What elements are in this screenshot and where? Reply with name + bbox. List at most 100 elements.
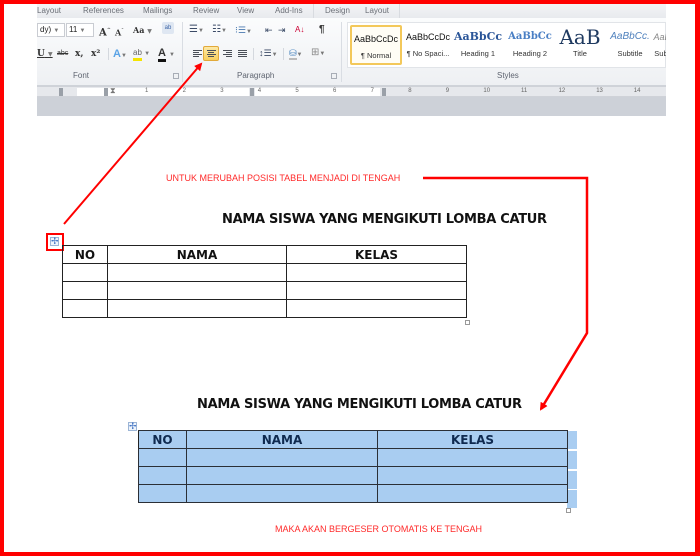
table-cell[interactable] (377, 484, 568, 503)
tab-layout[interactable]: Layout (365, 6, 389, 15)
ruler-number: 13 (596, 88, 603, 94)
style-preview: AaBbCcDc (353, 34, 398, 44)
superscript-button[interactable]: x² (91, 47, 100, 61)
group-separator (182, 22, 183, 82)
grow-font-button[interactable]: A^ (99, 23, 111, 39)
table-cell[interactable] (107, 299, 287, 318)
chevron-down-icon: ▼ (319, 51, 326, 57)
ruler-column-marker[interactable] (382, 88, 386, 96)
change-case-button[interactable]: Aa ▼ (133, 23, 152, 37)
header-cell-nama[interactable]: NAMA (186, 430, 378, 449)
result-note: MAKA AKAN BERGESER OTOMATIS KE TENGAH (275, 524, 483, 534)
numbering-button[interactable]: ☷▼ (212, 23, 227, 37)
table-cell[interactable] (377, 466, 568, 485)
header-cell-kelas[interactable]: KELAS (286, 245, 467, 264)
bullets-button[interactable]: ☰▼ (189, 23, 204, 37)
ruler-number: 12 (558, 88, 566, 94)
align-center-button[interactable] (203, 46, 219, 61)
borders-button[interactable]: ⊞▼ (311, 46, 325, 60)
tab-mailings[interactable]: Mailings (143, 6, 172, 15)
style-name: Title (573, 49, 587, 58)
shrink-font-button[interactable]: Aˇ (115, 24, 124, 38)
paragraph-dialog-launcher[interactable] (331, 73, 337, 79)
style-title[interactable]: AaB Title (554, 25, 606, 65)
table-cell[interactable] (138, 484, 187, 503)
text-effects-button[interactable]: A▼ (113, 47, 127, 61)
multilevel-list-button[interactable]: ⁝☰▼ (235, 23, 252, 37)
table-header-row: NO NAMA KELAS (62, 245, 467, 264)
table-move-handle-icon[interactable]: ✢ (128, 422, 137, 431)
table-cell[interactable] (138, 448, 187, 467)
increase-indent-button[interactable]: ⇥ (278, 23, 286, 37)
tab-references[interactable]: References (83, 6, 124, 15)
style-preview: AaBbCc (508, 31, 552, 42)
tab-page-layout[interactable]: Layout (37, 6, 61, 15)
table-cell[interactable] (62, 299, 108, 318)
table-cell[interactable] (186, 466, 378, 485)
underline-button[interactable]: U ▼ (37, 47, 53, 61)
ruler-column-marker[interactable] (59, 88, 63, 96)
tab-view[interactable]: View (237, 6, 254, 15)
font-dialog-launcher[interactable] (173, 73, 179, 79)
table-move-handle-icon[interactable]: ✢ (50, 237, 59, 246)
show-hide-button[interactable]: ¶ (319, 23, 325, 37)
sort-button[interactable]: A↓ (295, 23, 304, 37)
style-preview: AaBbCc. (610, 31, 650, 42)
shading-button[interactable]: ⛁▼ (289, 46, 303, 60)
header-cell-nama[interactable]: NAMA (107, 245, 287, 264)
tab-design[interactable]: Design (325, 6, 350, 15)
table-cell[interactable] (107, 263, 287, 282)
table-cell[interactable] (286, 299, 467, 318)
chevron-down-icon: ▼ (147, 28, 152, 35)
table-cell[interactable] (286, 263, 467, 282)
grow-font-icon: A (99, 27, 107, 39)
chevron-down-icon: ▼ (120, 53, 127, 59)
style-subtle-emphasis[interactable]: AaB Subt (652, 25, 666, 65)
style-subtitle[interactable]: AaBbCc. Subtitle (604, 25, 656, 65)
style-no-spacing[interactable]: AaBbCcDc ¶ No Spaci... (402, 25, 454, 65)
style-normal[interactable]: AaBbCcDc ¶ Normal (350, 25, 402, 65)
table-after-selected: NO NAMA KELAS (138, 430, 568, 503)
tab-add-ins[interactable]: Add-Ins (275, 6, 303, 15)
header-cell-kelas[interactable]: KELAS (377, 430, 568, 449)
table-cell[interactable] (286, 281, 467, 300)
style-heading-1[interactable]: AaBbCc Heading 1 (452, 25, 504, 65)
subscript-button[interactable]: x, (75, 47, 84, 61)
table-row (138, 448, 568, 467)
indent-marker-icon[interactable]: ⧗ (110, 86, 116, 96)
align-right-button[interactable] (219, 46, 235, 61)
tab-review[interactable]: Review (193, 6, 219, 15)
table-cell[interactable] (186, 484, 378, 503)
ruler-column-marker[interactable] (250, 88, 254, 96)
font-size-value: 11 (69, 25, 78, 34)
table-cell[interactable] (186, 448, 378, 467)
table-cell[interactable] (107, 281, 287, 300)
table-cell[interactable] (62, 281, 108, 300)
font-size-field[interactable]: 11 ▼ (66, 23, 94, 37)
clear-formatting-icon[interactable]: ab (162, 22, 174, 34)
decrease-indent-button[interactable]: ⇤ (265, 23, 273, 37)
font-color-button[interactable]: A ▼ (158, 46, 175, 62)
table-row (62, 263, 467, 282)
table-cell[interactable] (377, 448, 568, 467)
table-resize-handle[interactable] (566, 508, 571, 513)
ruler-number: 2 (182, 88, 186, 94)
line-spacing-button[interactable]: ↕☰▼ (259, 46, 278, 60)
font-group-label: Font (73, 71, 90, 80)
header-cell-no[interactable]: NO (138, 430, 187, 449)
table-row (62, 299, 467, 318)
highlight-button[interactable]: ab ▼ (133, 46, 150, 61)
table-title-after: NAMA SISWA YANG MENGIKUTI LOMBA CATUR (197, 397, 522, 412)
table-cell[interactable] (62, 263, 108, 282)
header-cell-no[interactable]: NO (62, 245, 108, 264)
table-resize-handle[interactable] (465, 320, 470, 325)
table-cell[interactable] (138, 466, 187, 485)
font-name-field[interactable]: dy) ▼ (37, 23, 65, 37)
strikethrough-button[interactable]: abc (57, 47, 68, 61)
horizontal-ruler[interactable]: ⧗ 123456789101112131415 (37, 86, 666, 97)
table-row (62, 281, 467, 300)
justify-button[interactable] (234, 46, 250, 61)
style-heading-2[interactable]: AaBbCc Heading 2 (504, 25, 556, 65)
separator (253, 48, 254, 60)
ruler-column-marker[interactable] (104, 88, 108, 96)
